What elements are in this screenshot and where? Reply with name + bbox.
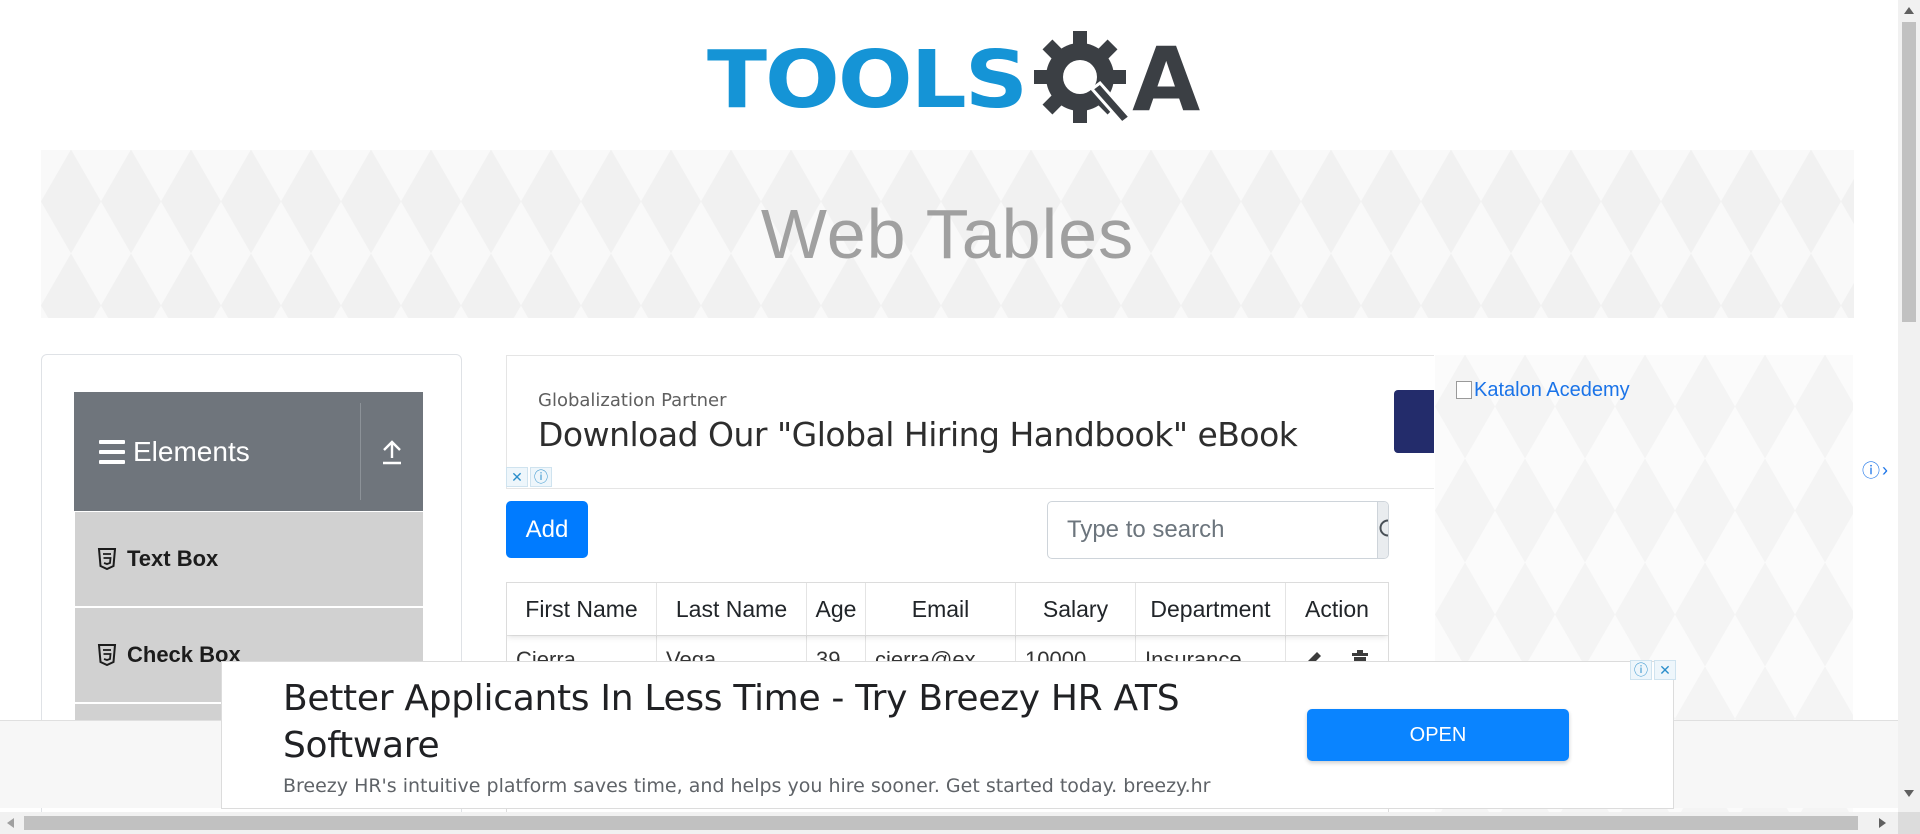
- scroll-down-icon[interactable]: [1904, 790, 1914, 797]
- horizontal-scroll-thumb[interactable]: [24, 816, 1858, 830]
- elements-group-header[interactable]: Elements: [74, 392, 423, 511]
- ad-cta-button[interactable]: [1394, 390, 1434, 453]
- info-icon[interactable]: ⓘ: [1630, 660, 1652, 680]
- group-title: Elements: [133, 435, 250, 467]
- close-icon[interactable]: ✕: [506, 467, 528, 487]
- toolsqa-logo[interactable]: TOOLS A: [707, 22, 1200, 138]
- column-header-email[interactable]: Email: [866, 583, 1016, 635]
- html5-icon: [97, 644, 117, 666]
- search-input[interactable]: [1048, 502, 1377, 558]
- column-header-first-name[interactable]: First Name: [507, 583, 657, 635]
- sidebar-item-text-box[interactable]: Text Box: [75, 512, 423, 606]
- search-icon: [1379, 519, 1388, 537]
- bottom-ad-choices[interactable]: ⓘ ✕: [1630, 660, 1676, 680]
- ad-image[interactable]: Katalon Acedemy: [1456, 379, 1630, 402]
- scrollbar-corner: [1898, 812, 1920, 834]
- chevron-right-icon[interactable]: ›: [1882, 460, 1888, 481]
- gear-icon: [1030, 27, 1136, 133]
- search-box: [1047, 501, 1389, 559]
- vertical-scrollbar[interactable]: [1898, 0, 1920, 812]
- column-header-salary[interactable]: Salary: [1016, 583, 1136, 635]
- bottom-sticky-ad[interactable]: Better Applicants In Less Time - Try Bre…: [221, 661, 1674, 809]
- page-banner: Web Tables: [41, 150, 1854, 318]
- broken-image-icon: [1456, 381, 1472, 399]
- bottom-ad-description: Breezy HR's intuitive platform saves tim…: [283, 775, 1211, 797]
- ad-headline[interactable]: Download Our "Global Hiring Handbook" eB…: [538, 415, 1298, 454]
- column-header-age[interactable]: Age: [807, 583, 866, 635]
- table-header: First Name Last Name Age Email Salary De…: [507, 583, 1388, 635]
- sidebar-item-label: Text Box: [127, 546, 219, 571]
- open-button[interactable]: OPEN: [1307, 709, 1569, 761]
- column-header-department[interactable]: Department: [1136, 583, 1286, 635]
- scroll-up-icon[interactable]: [1904, 7, 1914, 14]
- logo-text-tools: TOOLS: [707, 33, 1028, 126]
- page-title: Web Tables: [760, 195, 1135, 273]
- bottom-ad-headline[interactable]: Better Applicants In Less Time - Try Bre…: [283, 675, 1243, 769]
- top-ad[interactable]: Globalization Partner Download Our "Glob…: [506, 355, 1434, 489]
- search-button[interactable]: [1377, 502, 1388, 558]
- add-button[interactable]: Add: [506, 501, 588, 558]
- scroll-right-icon[interactable]: [1879, 818, 1886, 828]
- side-ad-choices[interactable]: ⓘ ›: [1862, 457, 1888, 483]
- column-header-last-name[interactable]: Last Name: [657, 583, 807, 635]
- ad-image-alt-text[interactable]: Katalon Acedemy: [1474, 379, 1630, 402]
- info-icon[interactable]: ⓘ: [530, 467, 552, 487]
- column-header-action: Action: [1305, 595, 1369, 622]
- scroll-left-icon[interactable]: [7, 818, 14, 828]
- upload-arrow-icon: [383, 439, 401, 464]
- collapse-button[interactable]: [361, 392, 423, 511]
- ad-advertiser: Globalization Partner: [538, 390, 727, 411]
- logo-text-a: A: [1132, 28, 1201, 131]
- menu-icon: [99, 439, 125, 464]
- html5-icon: [97, 548, 117, 570]
- ad-choices[interactable]: ✕ ⓘ: [506, 467, 552, 487]
- horizontal-scrollbar[interactable]: [0, 812, 1898, 834]
- vertical-scroll-thumb[interactable]: [1902, 22, 1916, 322]
- close-icon[interactable]: ✕: [1654, 660, 1676, 680]
- info-icon[interactable]: ⓘ: [1862, 457, 1880, 483]
